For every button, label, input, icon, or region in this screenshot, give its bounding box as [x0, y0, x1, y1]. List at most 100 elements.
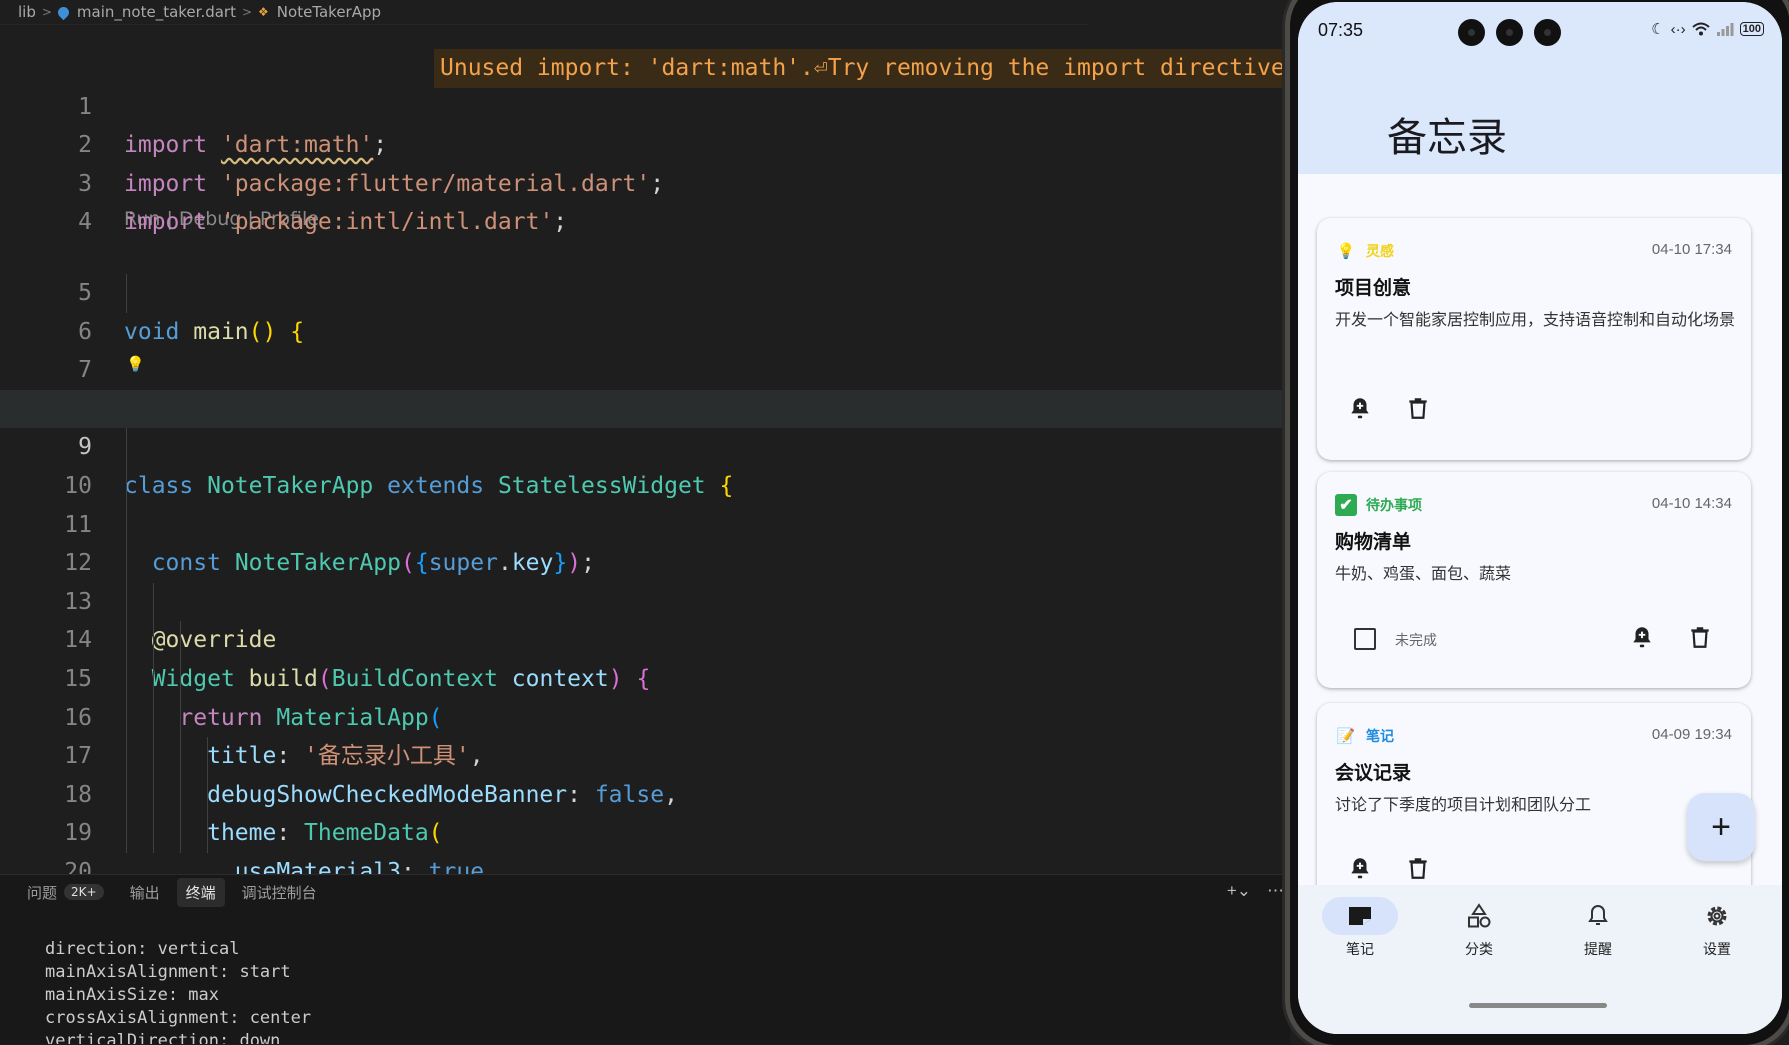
chevron-right-icon: > [41, 5, 52, 19]
terminal-output[interactable]: direction: vertical mainAxisAlignment: st… [45, 938, 311, 1044]
note-card[interactable]: 💡 灵感 04-10 17:34 项目创意 开发一个智能家居控制应用，支持语音控… [1317, 218, 1751, 460]
code-editor[interactable]: lib > main_note_taker.dart > ❖ NoteTaker… [0, 0, 1290, 874]
bell-icon [1560, 897, 1636, 935]
breadcrumb: lib > main_note_taker.dart > ❖ NoteTaker… [0, 0, 1088, 25]
note-card[interactable]: 📝 笔记 04-09 19:34 会议记录 讨论了下季度的项目计划和团队分工 [1317, 703, 1751, 903]
code-line-current[interactable]: 9 class NoteTakerApp extends StatelessWi… [0, 389, 1290, 499]
add-alarm-icon[interactable] [1347, 395, 1373, 421]
status-time: 07:35 [1318, 20, 1364, 40]
note-date: 04-10 17:34 [1651, 241, 1732, 258]
wifi-icon [1691, 22, 1710, 36]
code-line[interactable]: 7 } [0, 313, 1290, 422]
tab-label: 调试控制台 [241, 883, 317, 902]
tab-label: 终端 [185, 883, 216, 902]
note-title: 购物清单 [1335, 532, 1412, 553]
code-line[interactable]: 14 return MaterialApp( [0, 582, 1290, 731]
code-line[interactable]: 21 [0, 853, 1290, 874]
delete-icon[interactable] [1405, 395, 1431, 421]
panel-actions: +⌄ ⋯ [1227, 881, 1290, 901]
note-category: 💡 灵感 [1335, 240, 1394, 262]
moon-icon: ☾ [1651, 21, 1665, 38]
code-line[interactable]: 1 import 'dart:math'; Unused import: 'da… [0, 49, 1290, 158]
code-line[interactable]: 6 runApp(const NoteTakerApp()); [0, 273, 1290, 422]
note-body: 讨论了下季度的项目计划和团队分工 [1335, 797, 1592, 814]
category-icon [1441, 897, 1517, 935]
note-card[interactable]: ✔ 待办事项 04-10 14:34 购物清单 牛奶、鸡蛋、面包、蔬菜 未完成 [1317, 472, 1751, 688]
code-line[interactable]: 17 theme: ThemeData( [0, 698, 1290, 846]
category-label: 灵感 [1366, 243, 1394, 259]
add-alarm-icon[interactable] [1347, 855, 1373, 881]
note-category: 📝 笔记 [1335, 725, 1394, 747]
nav-item-notes[interactable]: 笔记 [1310, 897, 1410, 959]
note-title: 会议记录 [1335, 763, 1412, 784]
memo-icon: 📝 [1336, 728, 1356, 745]
nav-item-settings[interactable]: 设置 [1667, 897, 1767, 959]
add-note-button[interactable]: + [1687, 793, 1755, 861]
code-line[interactable]: 19 colorSchemeSeed: Colors.blue, [0, 775, 1290, 846]
tab-problems[interactable]: 问题 2K+ [18, 878, 113, 907]
camera-icon [1496, 19, 1523, 46]
gear-icon [1679, 897, 1755, 935]
signal-icon [1716, 23, 1734, 36]
code-line[interactable]: 16 debugShowCheckedModeBanner: false, [0, 659, 1290, 808]
code-line[interactable]: 3 import 'package:intl/intl.dart'; [0, 126, 1290, 236]
phone-screen[interactable]: 备忘录 07:35 ☾ ‹·› 100 💡 灵感 04-10 17:34 项目创… [1298, 2, 1782, 1034]
phone-emulator: 备忘录 07:35 ☾ ‹·› 100 💡 灵感 04-10 17:34 项目创… [1290, 0, 1789, 1045]
tab-label: 问题 [27, 883, 58, 902]
nav-item-reminders[interactable]: 提醒 [1548, 897, 1648, 959]
note-body: 开发一个智能家居控制应用，支持语音控制和自动化场景 [1335, 312, 1736, 329]
code-line[interactable]: 5 void main() { [0, 235, 1290, 345]
breadcrumb-file[interactable]: main_note_taker.dart [77, 3, 236, 21]
delete-icon[interactable] [1687, 624, 1713, 650]
chevron-right-icon: > [241, 5, 253, 19]
tab-debug-console[interactable]: 调试控制台 [233, 878, 326, 907]
status-icons: ☾ ‹·› 100 [1651, 20, 1764, 38]
add-alarm-icon[interactable] [1629, 624, 1655, 650]
tab-output[interactable]: 输出 [121, 878, 169, 907]
new-terminal-icon[interactable]: +⌄ [1227, 881, 1251, 901]
terminal-line: mainAxisSize: max [45, 985, 219, 1005]
inline-warning: Unused import: 'dart:math'.⏎Try removing… [434, 49, 1290, 88]
todo-status-label: 未完成 [1395, 632, 1437, 648]
more-actions-icon[interactable]: ⋯ [1267, 881, 1284, 901]
breadcrumb-folder[interactable]: lib [18, 3, 36, 21]
code-line[interactable]: 18 useMaterial3: true, [0, 737, 1290, 874]
status-bar: 07:35 ☾ ‹·› 100 [1298, 2, 1782, 56]
note-date: 04-10 14:34 [1651, 495, 1732, 512]
battery-icon: 100 [1739, 22, 1764, 36]
terminal-line: verticalDirection: down [45, 1031, 281, 1044]
terminal-line: crossAxisAlignment: center [45, 1008, 312, 1028]
code-line[interactable]: 20 brightness: Brightness.light, [0, 814, 1290, 874]
code-line[interactable]: 15 title: '备忘录小工具', [0, 621, 1290, 769]
code-line[interactable]: 2 import 'package:flutter/material.dart'… [0, 88, 1290, 197]
terminal-line: direction: vertical [45, 939, 240, 959]
lightbulb-icon: 💡 [1336, 243, 1356, 260]
code-line[interactable]: 11 [0, 466, 1290, 538]
class-icon: ❖ [258, 5, 269, 19]
note-body: 牛奶、鸡蛋、面包、蔬菜 [1335, 566, 1512, 583]
delete-icon[interactable] [1405, 855, 1431, 881]
problems-count-badge: 2K+ [64, 884, 104, 900]
code-line[interactable]: 4 [0, 165, 1290, 235]
code-area[interactable]: 1 import 'dart:math'; Unused import: 'da… [0, 49, 1290, 874]
code-line[interactable]: 13 Widget build(BuildContext context) { [0, 544, 1290, 692]
tab-terminal[interactable]: 终端 [176, 877, 225, 907]
camera-icon [1534, 19, 1561, 46]
checkbox-checked-icon: ✔ [1335, 494, 1357, 516]
home-indicator[interactable] [1469, 1003, 1607, 1008]
lightbulb-icon[interactable]: 💡 [126, 357, 145, 372]
nav-item-categories[interactable]: 分类 [1429, 897, 1529, 959]
code-line[interactable]: 10 const NoteTakerApp({super.key}); [0, 428, 1290, 576]
category-label: 笔记 [1366, 728, 1394, 744]
nav-label: 笔记 [1346, 941, 1374, 957]
panel-tabs: 问题 2K+ 输出 终端 调试控制台 [0, 875, 1290, 909]
bottom-panel: 问题 2K+ 输出 终端 调试控制台 +⌄ ⋯ direction: verti… [0, 874, 1290, 1044]
note-title: 项目创意 [1335, 278, 1412, 299]
code-line[interactable]: 8 💡 [0, 351, 1290, 422]
note-category: ✔ 待办事项 [1335, 494, 1422, 516]
note-date: 04-09 19:34 [1651, 726, 1732, 743]
nav-label: 提醒 [1584, 941, 1612, 957]
code-line[interactable]: 12 @override [0, 505, 1290, 653]
todo-checkbox[interactable] [1354, 628, 1376, 650]
breadcrumb-symbol[interactable]: NoteTakerApp [277, 3, 381, 21]
